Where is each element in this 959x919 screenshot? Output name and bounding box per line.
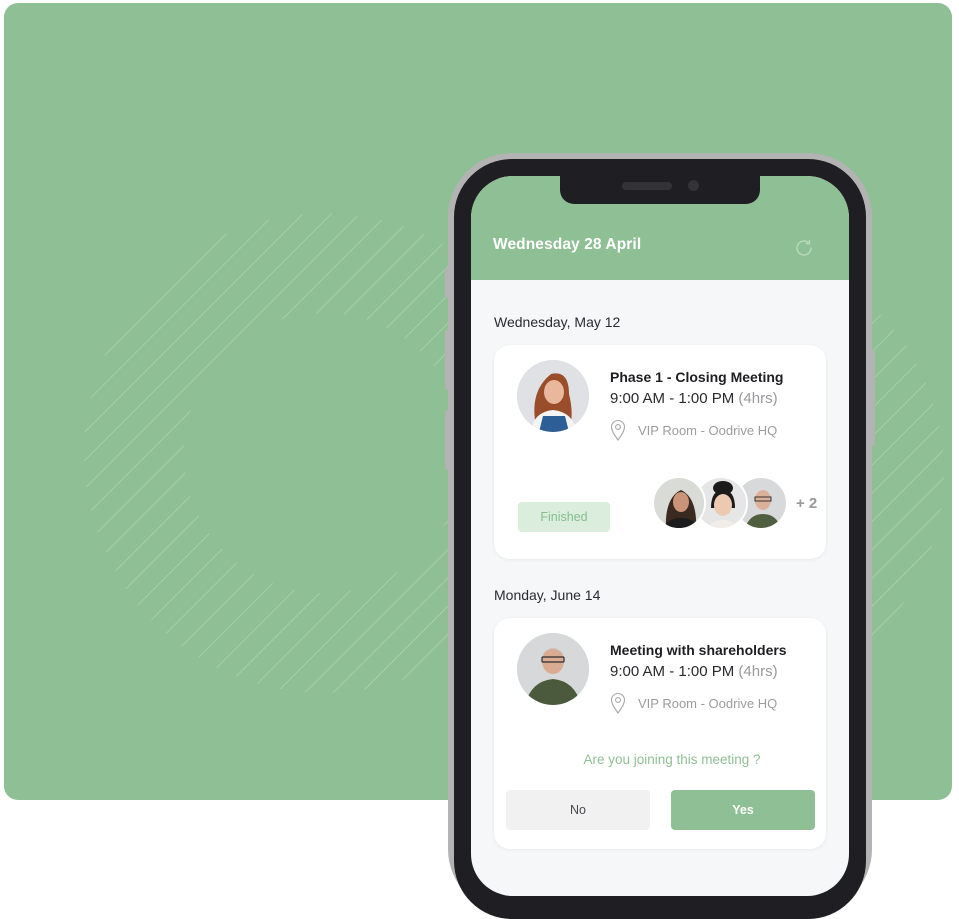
meeting-title: Phase 1 - Closing Meeting <box>610 369 784 385</box>
join-question: Are you joining this meeting ? <box>583 752 761 767</box>
meeting-location: VIP Room - Oodrive HQ <box>638 695 778 711</box>
organizer-avatar <box>517 360 589 432</box>
meeting-time: 9:00 AM - 1:00 PM <box>610 663 735 680</box>
more-attendees-count[interactable]: + 2 <box>796 495 817 512</box>
meeting-location: VIP Room - Oodrive HQ <box>638 422 778 438</box>
meeting-card[interactable]: Phase 1 - Closing Meeting 9:00 AM - 1:00… <box>494 345 826 559</box>
organizer-avatar <box>517 633 589 705</box>
header-date-title: Wednesday 28 April <box>493 236 642 253</box>
meeting-duration: (4hrs) <box>738 390 778 407</box>
location-pin-icon <box>610 692 626 714</box>
meeting-title: Meeting with shareholders <box>610 642 787 658</box>
meeting-location-row: VIP Room - Oodrive HQ <box>610 419 777 441</box>
meeting-duration: (4hrs) <box>738 663 778 680</box>
accept-button[interactable]: Yes <box>671 790 815 830</box>
location-pin-icon <box>610 419 626 441</box>
meeting-time-row: 9:00 AM - 1:00 PM (4hrs) <box>610 663 778 680</box>
front-camera <box>688 180 699 191</box>
meeting-location-row: VIP Room - Oodrive HQ <box>610 692 777 714</box>
speaker-grille <box>622 182 672 190</box>
attendee-avatar <box>652 476 706 530</box>
refresh-icon[interactable] <box>792 236 816 260</box>
meeting-time-row: 9:00 AM - 1:00 PM (4hrs) <box>610 390 778 407</box>
meeting-card[interactable]: Meeting with shareholders 9:00 AM - 1:00… <box>494 618 826 849</box>
day-label: Monday, June 14 <box>494 587 601 603</box>
phone-notch <box>560 176 760 204</box>
phone-screen: Wednesday 28 April Wednesday, May 12 Pha… <box>471 176 849 896</box>
day-label: Wednesday, May 12 <box>494 314 621 330</box>
decline-button[interactable]: No <box>506 790 650 830</box>
meeting-time: 9:00 AM - 1:00 PM <box>610 390 735 407</box>
status-badge: Finished <box>518 502 610 532</box>
attendee-avatars[interactable] <box>652 476 792 532</box>
